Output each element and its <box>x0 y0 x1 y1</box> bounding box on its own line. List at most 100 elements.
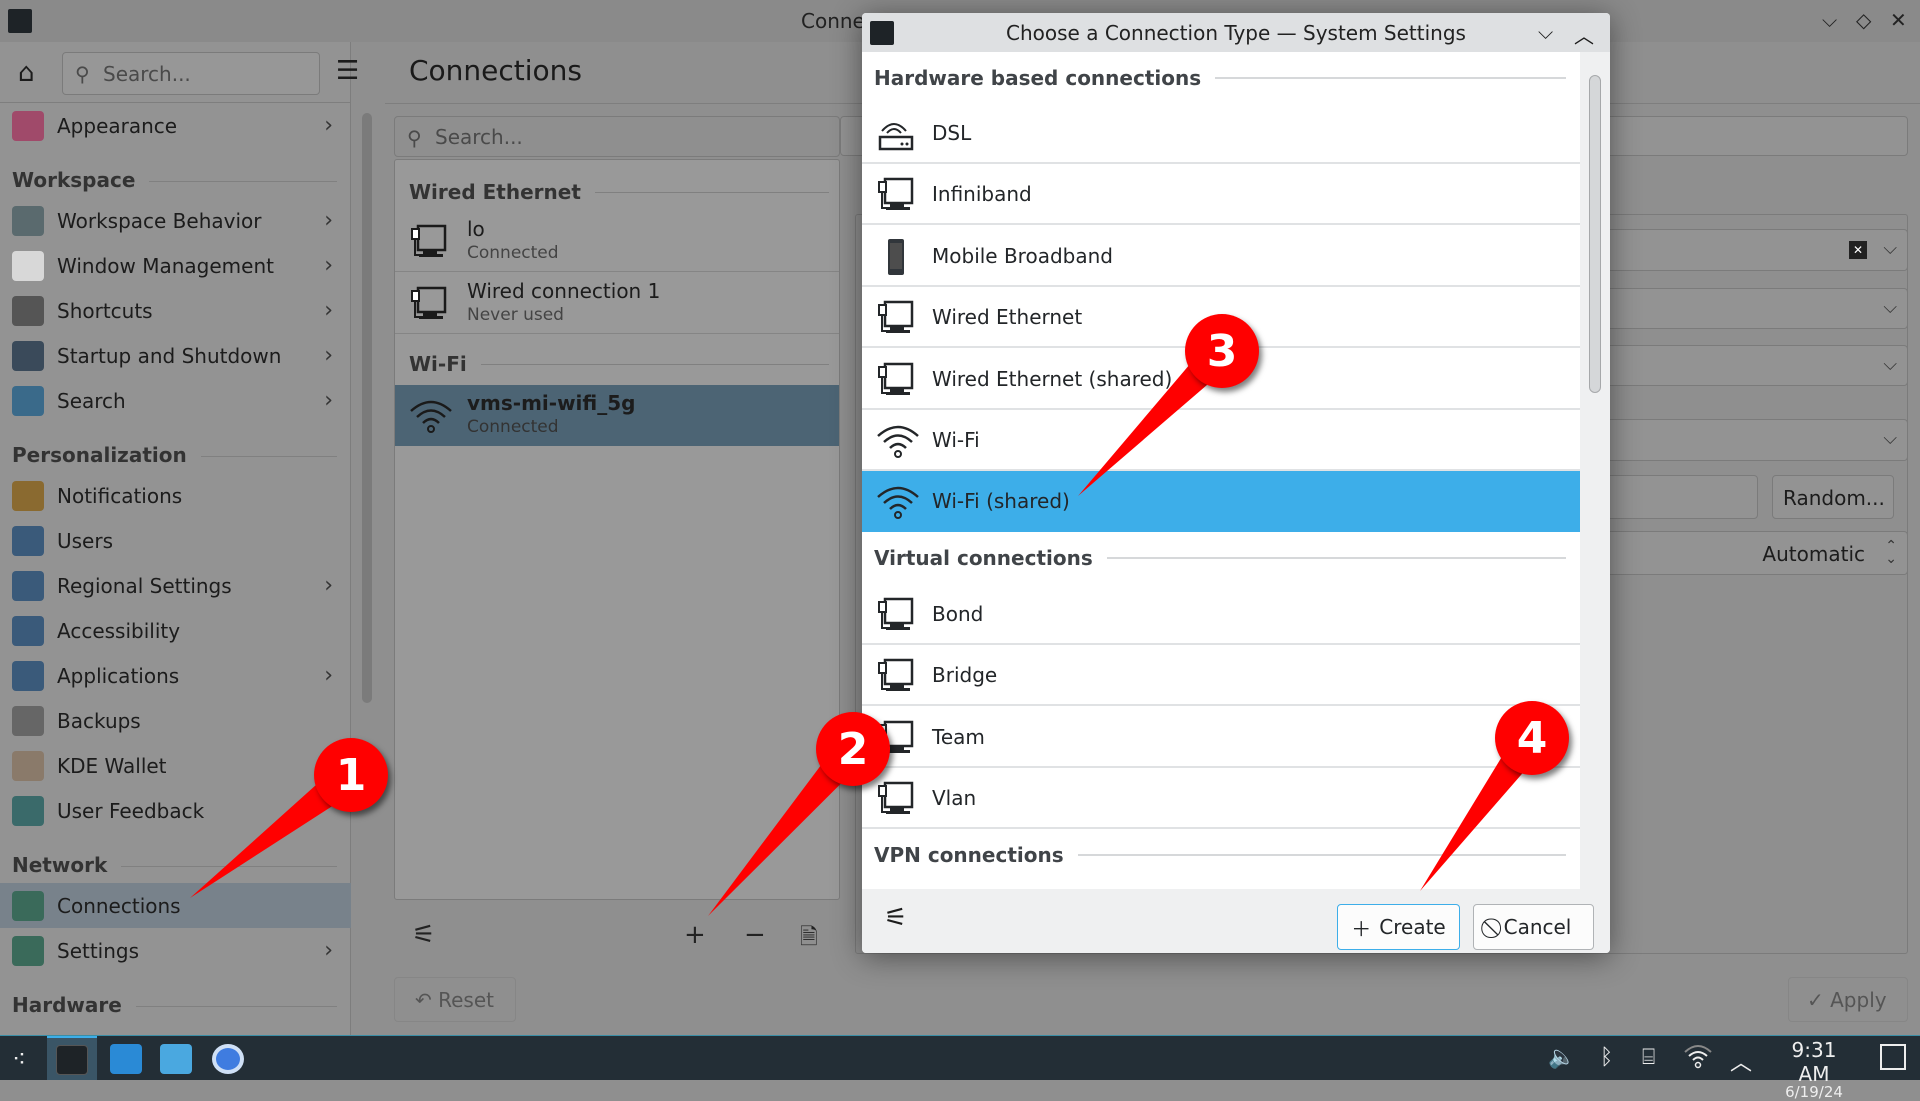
connection-status: Never used <box>467 305 564 325</box>
connections-search-input[interactable]: ⚲ Search... <box>394 116 840 157</box>
mode-dropdown[interactable]: ⌵ <box>1600 288 1908 329</box>
connection-row[interactable]: Wired connection 1 Never used <box>395 273 839 334</box>
connection-type-label: Mobile Broadband <box>932 243 1113 268</box>
section-label: Virtual connections <box>874 546 1093 571</box>
sidebar-item-connections[interactable]: Connections <box>0 883 351 928</box>
sidebar-item-search[interactable]: Search › <box>0 378 351 423</box>
group-label: Wired Ethernet <box>409 180 581 204</box>
minimize-button[interactable]: ⌵ <box>1822 8 1837 32</box>
sidebar-scrollbar[interactable] <box>362 113 372 703</box>
sidebar-item-kde-wallet[interactable]: KDE Wallet <box>0 743 351 788</box>
connection-type-item[interactable]: Infiniband <box>862 164 1580 226</box>
connection-type-list: Hardware based connections DSL Infiniband M… <box>862 52 1580 889</box>
sidebar-item-backups[interactable]: Backups <box>0 698 351 743</box>
sidebar-item-label: KDE Wallet <box>57 753 167 778</box>
network-wifi-icon[interactable] <box>1683 1042 1713 1074</box>
connection-type-item[interactable]: Bond <box>862 584 1580 645</box>
configure-sliders-icon[interactable]: ⚟ <box>412 920 435 950</box>
sidebar-item-label: Settings <box>57 938 140 963</box>
sidebar-item-label: Applications <box>57 663 180 688</box>
dialog-maximize-button[interactable]: ︿ <box>1574 20 1594 49</box>
add-connection-button[interactable]: + <box>684 920 706 950</box>
create-button[interactable]: ＋ Create <box>1337 904 1460 950</box>
hamburger-menu-icon[interactable]: ☰ <box>336 56 359 86</box>
spin-arrows-icon[interactable]: ⌃ ⌄ <box>1885 539 1897 566</box>
sidebar-item-label: Search <box>57 388 126 413</box>
bssid-dropdown[interactable]: ⌵ <box>1600 345 1908 386</box>
show-desktop-icon[interactable] <box>1880 1044 1906 1070</box>
plus-icon: ＋ <box>1351 916 1372 941</box>
clock[interactable]: 9:31 AM 6/19/24 <box>1773 1038 1855 1101</box>
connection-type-label: Wired Ethernet (shared) <box>932 366 1173 391</box>
usb-device-icon[interactable]: ⌸ <box>1642 1045 1655 1070</box>
sidebar-item-window-management[interactable]: Window Management › <box>0 243 351 288</box>
mtu-spinbox[interactable]: Automatic ⌃ ⌄ <box>1600 531 1908 575</box>
appearance-icon <box>12 110 44 141</box>
clock-time: 9:31 AM <box>1791 1038 1837 1086</box>
connection-type-item[interactable]: Bridge <box>862 645 1580 707</box>
sidebar-item-startup-and-shutdown[interactable]: Startup and Shutdown › <box>0 333 351 378</box>
automatic-label: Automatic <box>1762 542 1865 566</box>
task-system-settings[interactable] <box>47 1036 97 1080</box>
device-dropdown[interactable]: ⌵ <box>1600 419 1908 461</box>
sidebar-search-input[interactable]: ⚲ Search... <box>62 52 320 95</box>
sidebar-item-regional-settings[interactable]: Regional Settings › <box>0 563 351 608</box>
chromium-icon[interactable] <box>212 1044 244 1074</box>
random-button[interactable]: Random... <box>1772 475 1894 519</box>
bluetooth-icon[interactable]: ᛒ <box>1600 1045 1613 1070</box>
home-icon[interactable]: ⌂ <box>18 58 35 88</box>
clear-icon[interactable]: ✕ <box>1848 241 1867 259</box>
connection-type-item[interactable]: Wired Ethernet <box>862 287 1580 349</box>
sidebar-item-label: Backups <box>57 708 141 733</box>
network-wired-icon <box>876 361 916 403</box>
sidebar-section-header: Hardware <box>0 973 351 1023</box>
connection-group-header: Wi-Fi <box>409 352 829 376</box>
divider <box>480 363 829 365</box>
sidebar-item-settings[interactable]: Settings › <box>0 928 351 973</box>
app-launcher-icon[interactable]: ⁖ <box>12 1045 26 1073</box>
configure-sliders-icon[interactable]: ⚟ <box>884 903 907 933</box>
sidebar-item-notifications[interactable]: Notifications <box>0 473 351 518</box>
sidebar-item-shortcuts[interactable]: Shortcuts › <box>0 288 351 333</box>
connection-type-label: Vlan <box>932 786 977 810</box>
connection-type-item[interactable]: Team <box>862 707 1580 768</box>
remove-connection-button[interactable]: − <box>744 920 766 950</box>
close-button[interactable]: ✕ <box>1890 8 1907 32</box>
connection-type-item[interactable]: Wired Ethernet (shared) <box>862 349 1580 410</box>
ssid-dropdown[interactable]: ✕ ⌵ <box>1600 229 1908 271</box>
sidebar-item-user-feedback[interactable]: User Feedback <box>0 788 351 833</box>
tray-expand-chevron-icon[interactable]: ︿ <box>1730 1045 1752 1077</box>
dialog-minimize-button[interactable]: ⌵ <box>1538 20 1553 44</box>
connection-type-item[interactable]: DSL <box>862 103 1580 164</box>
connection-type-item[interactable]: Mobile Broadband <box>862 226 1580 287</box>
connection-row[interactable]: lo Connected <box>395 211 839 272</box>
sidebar-item-applications[interactable]: Applications › <box>0 653 351 698</box>
sidebar-item-label: Accessibility <box>57 618 181 643</box>
sidebar-item-label: Regional Settings <box>57 573 232 598</box>
sidebar-header: ⌂ ⚲ Search... ☰ <box>0 42 359 103</box>
file-manager-icon[interactable] <box>160 1044 192 1074</box>
cancel-button[interactable]: ⃠Cancel <box>1473 904 1594 950</box>
dialog-titlebar: Choose a Connection Type — System Settin… <box>862 13 1610 52</box>
dialog-scrollbar[interactable] <box>1589 75 1601 393</box>
connection-type-item[interactable]: Vlan <box>862 768 1580 829</box>
chevron-right-icon: › <box>324 113 333 138</box>
discover-icon[interactable] <box>110 1044 142 1074</box>
connection-type-label: Wired Ethernet <box>932 305 1083 330</box>
cloned-mac-field[interactable] <box>1600 475 1758 519</box>
reset-button[interactable]: ↶ Reset <box>394 977 516 1022</box>
sidebar-item-accessibility[interactable]: Accessibility <box>0 608 351 653</box>
maximize-button[interactable]: ◇ <box>1856 8 1871 32</box>
sidebar-item-appearance[interactable]: Appearance › <box>0 103 351 148</box>
sidebar-item-workspace-behavior[interactable]: Workspace Behavior › <box>0 198 351 243</box>
sidebar-item-label: Appearance <box>57 113 178 138</box>
export-icon[interactable]: 🗎 <box>800 920 818 958</box>
connection-row[interactable]: vms-mi-wifi_5g Connected <box>395 385 839 446</box>
apply-button[interactable]: ✓ Apply <box>1788 977 1908 1022</box>
volume-icon[interactable]: 🔈 <box>1548 1045 1575 1070</box>
sidebar-item-users[interactable]: Users <box>0 518 351 563</box>
connection-type-item[interactable]: Wi-Fi (shared) <box>862 471 1580 533</box>
window-management-icon <box>12 250 44 281</box>
connection-type-item[interactable]: Wi-Fi <box>862 410 1580 471</box>
dsl-icon <box>876 115 916 157</box>
